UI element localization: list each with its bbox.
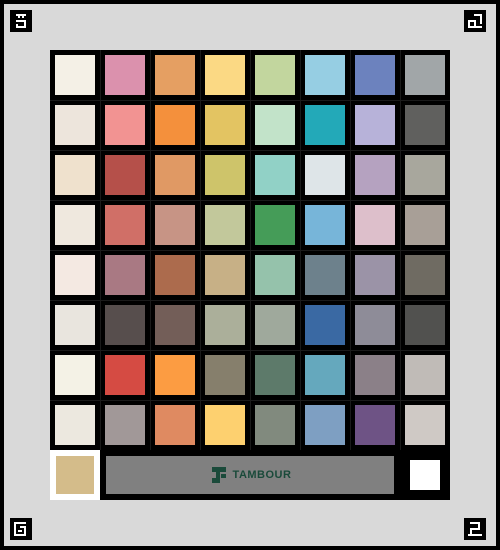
brand-logo: TAMBOUR [209, 465, 292, 485]
color-swatch [205, 255, 245, 295]
color-swatch [255, 305, 295, 345]
grid-divider [300, 50, 301, 450]
color-swatch [105, 405, 145, 445]
color-swatch [405, 55, 445, 95]
color-swatch [55, 405, 95, 445]
color-swatch [305, 255, 345, 295]
reference-swatch-frame [50, 450, 100, 500]
color-swatch [255, 155, 295, 195]
color-swatch [355, 255, 395, 295]
color-swatch [155, 355, 195, 395]
color-swatch [155, 405, 195, 445]
color-swatch [405, 105, 445, 145]
grid-divider [400, 50, 401, 450]
color-swatch [55, 55, 95, 95]
color-swatch [355, 355, 395, 395]
color-swatch [105, 205, 145, 245]
grid-divider [50, 250, 450, 251]
color-swatch [105, 355, 145, 395]
color-swatch [105, 105, 145, 145]
color-swatch [105, 305, 145, 345]
color-swatch [305, 55, 345, 95]
color-swatch [355, 155, 395, 195]
color-swatch [255, 105, 295, 145]
color-swatch [155, 155, 195, 195]
color-swatch [55, 105, 95, 145]
color-swatch [55, 255, 95, 295]
color-swatch [305, 105, 345, 145]
color-swatch [155, 105, 195, 145]
color-swatch [405, 355, 445, 395]
grid-divider [50, 400, 450, 401]
color-swatch [205, 305, 245, 345]
color-swatch [155, 255, 195, 295]
color-swatch [205, 105, 245, 145]
fiducial-marker-icon [464, 10, 486, 32]
color-swatch [155, 305, 195, 345]
color-swatch [255, 55, 295, 95]
color-swatch [405, 155, 445, 195]
brand-name: TAMBOUR [232, 469, 292, 481]
reference-swatch [56, 456, 94, 494]
color-swatch [105, 55, 145, 95]
color-swatch [55, 355, 95, 395]
color-swatch [55, 205, 95, 245]
color-swatch [405, 255, 445, 295]
color-swatch [405, 405, 445, 445]
color-swatch [105, 255, 145, 295]
color-swatch [205, 405, 245, 445]
tambour-logo-icon [211, 467, 226, 483]
color-swatch [205, 205, 245, 245]
color-swatch [305, 155, 345, 195]
color-swatch [155, 205, 195, 245]
grid-divider [50, 300, 450, 301]
fiducial-marker-icon [10, 518, 32, 540]
color-swatch [355, 205, 395, 245]
color-swatch [155, 55, 195, 95]
color-swatch [255, 255, 295, 295]
white-reference-swatch [410, 460, 440, 490]
color-swatch [305, 355, 345, 395]
brand-bar: TAMBOUR [106, 456, 394, 494]
color-swatch [355, 305, 395, 345]
fiducial-marker-icon [10, 10, 32, 32]
swatch-grid: TAMBOUR [50, 50, 450, 500]
color-swatch [355, 405, 395, 445]
color-swatch [55, 305, 95, 345]
color-swatch [205, 355, 245, 395]
color-swatch [205, 55, 245, 95]
color-swatch [255, 355, 295, 395]
color-swatch [105, 155, 145, 195]
color-swatch [255, 205, 295, 245]
grid-divider [350, 50, 351, 450]
color-swatch [355, 105, 395, 145]
color-swatch [305, 205, 345, 245]
color-swatch [305, 405, 345, 445]
color-swatch [405, 305, 445, 345]
color-swatch [305, 305, 345, 345]
color-swatch [205, 155, 245, 195]
color-swatch [255, 405, 295, 445]
fiducial-marker-icon [464, 518, 486, 540]
color-swatch [405, 205, 445, 245]
color-swatch [355, 55, 395, 95]
color-swatch [55, 155, 95, 195]
grid-divider [50, 350, 450, 351]
